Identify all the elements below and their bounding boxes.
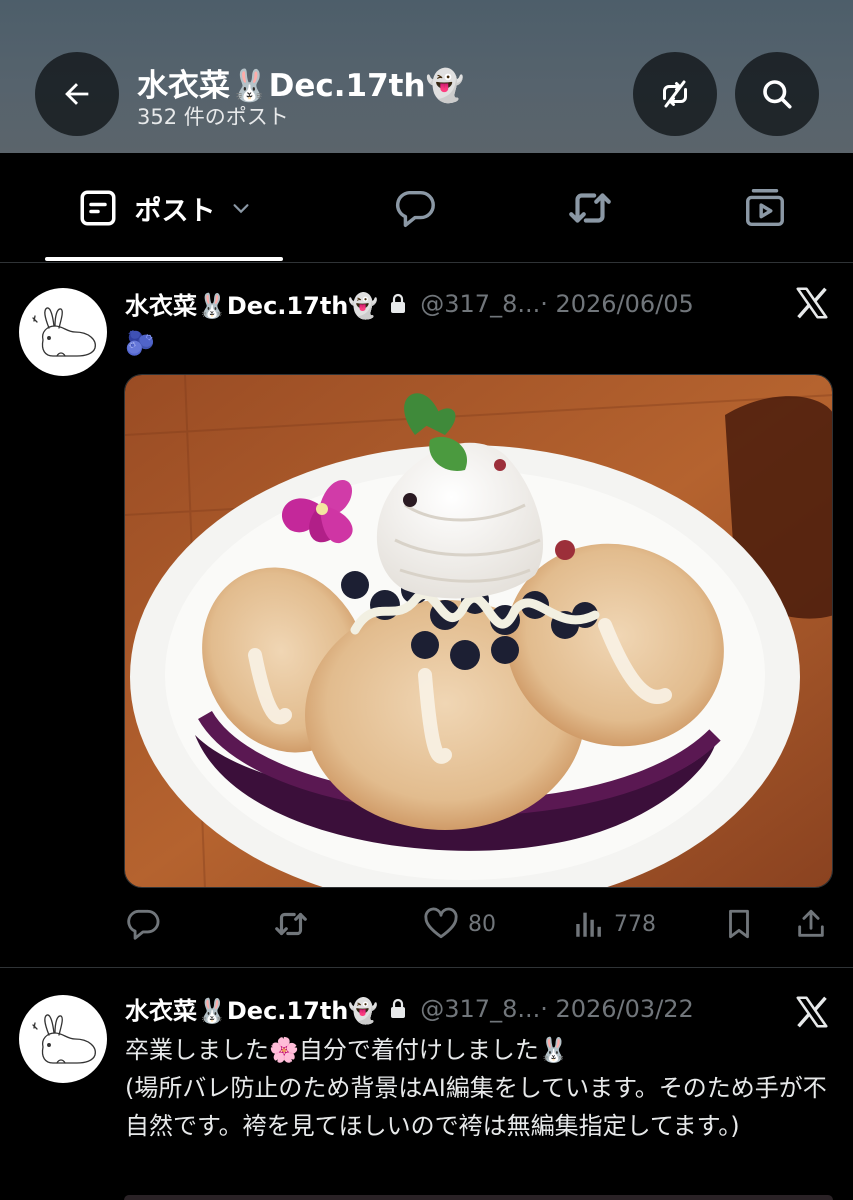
x-logo-icon[interactable] [793, 284, 831, 322]
tweet-photo[interactable] [124, 374, 833, 888]
tab-posts[interactable]: ポスト [45, 153, 283, 263]
author-handle[interactable]: @317_8... [420, 290, 540, 318]
tweet-text: 卒業しました🌸自分で着付けしました🐰 (場所バレ防止のため背景はAI編集をしてい… [125, 1036, 827, 1140]
tweet-header: 水衣菜🐰Dec.17th👻 @317_8... · 2026/03/22 [125, 991, 694, 1026]
repost-off-icon [663, 80, 687, 108]
tweet-text: 🫐 [125, 329, 155, 357]
search-icon [763, 80, 792, 109]
tab-media[interactable] [720, 153, 810, 263]
views-button[interactable]: 778 [572, 902, 656, 946]
tweet-date[interactable]: · 2026/06/05 [540, 290, 694, 318]
avatar[interactable] [19, 995, 107, 1083]
post-icon [80, 190, 115, 226]
tweet[interactable]: 水衣菜🐰Dec.17th👻 @317_8... · 2026/03/22 卒業し… [0, 969, 853, 1200]
repost-icon [275, 912, 307, 936]
reply-button[interactable] [124, 902, 170, 946]
replies-icon [395, 190, 435, 227]
like-button[interactable]: 80 [422, 902, 496, 946]
tweet-date[interactable]: · 2026/03/22 [540, 995, 694, 1023]
hide-reposts-button[interactable] [633, 52, 717, 136]
x-logo-icon[interactable] [793, 993, 831, 1031]
views-chart-icon [576, 912, 601, 937]
lock-icon [391, 998, 406, 1018]
rabbit-avatar-icon [32, 1014, 96, 1064]
repost-icon [569, 193, 611, 223]
author-name[interactable]: 水衣菜🐰Dec.17th👻 [125, 286, 378, 321]
rabbit-avatar-icon [32, 307, 96, 357]
views-count: 778 [614, 911, 656, 937]
tweet-photo-edge[interactable] [124, 1195, 833, 1200]
lock-icon [391, 293, 406, 313]
post-count: 352 件のポスト [137, 105, 289, 129]
search-button[interactable] [735, 52, 819, 136]
chevron-down-icon[interactable] [230, 197, 252, 219]
bookmark-button[interactable] [722, 902, 756, 946]
profile-name: 水衣菜🐰Dec.17th👻 [137, 68, 465, 104]
avatar[interactable] [19, 288, 107, 376]
media-icon [746, 189, 784, 227]
tweet-actions: 80 778 [124, 902, 833, 946]
author-name[interactable]: 水衣菜🐰Dec.17th👻 [125, 991, 378, 1026]
tab-posts-label: ポスト [134, 195, 216, 227]
arrow-left-icon [65, 83, 89, 105]
tweet[interactable]: 水衣菜🐰Dec.17th👻 @317_8... · 2026/06/05 🫐 8… [0, 264, 853, 968]
profile-tabs: ポスト [0, 153, 853, 263]
back-button[interactable] [35, 52, 119, 136]
share-icon [798, 909, 824, 937]
tab-reposts[interactable] [545, 153, 635, 263]
pancake-photo [125, 375, 832, 887]
active-tab-indicator [45, 257, 283, 261]
reply-icon [127, 909, 160, 940]
share-button[interactable] [794, 902, 828, 946]
tweet-header: 水衣菜🐰Dec.17th👻 @317_8... · 2026/06/05 [125, 286, 694, 321]
repost-button[interactable] [272, 902, 318, 946]
profile-header: 水衣菜🐰Dec.17th👻 352 件のポスト [0, 0, 853, 153]
bookmark-icon [729, 909, 749, 939]
tab-replies[interactable] [370, 153, 460, 263]
like-count: 80 [468, 911, 496, 937]
author-handle[interactable]: @317_8... [420, 995, 540, 1023]
heart-icon [424, 907, 458, 939]
